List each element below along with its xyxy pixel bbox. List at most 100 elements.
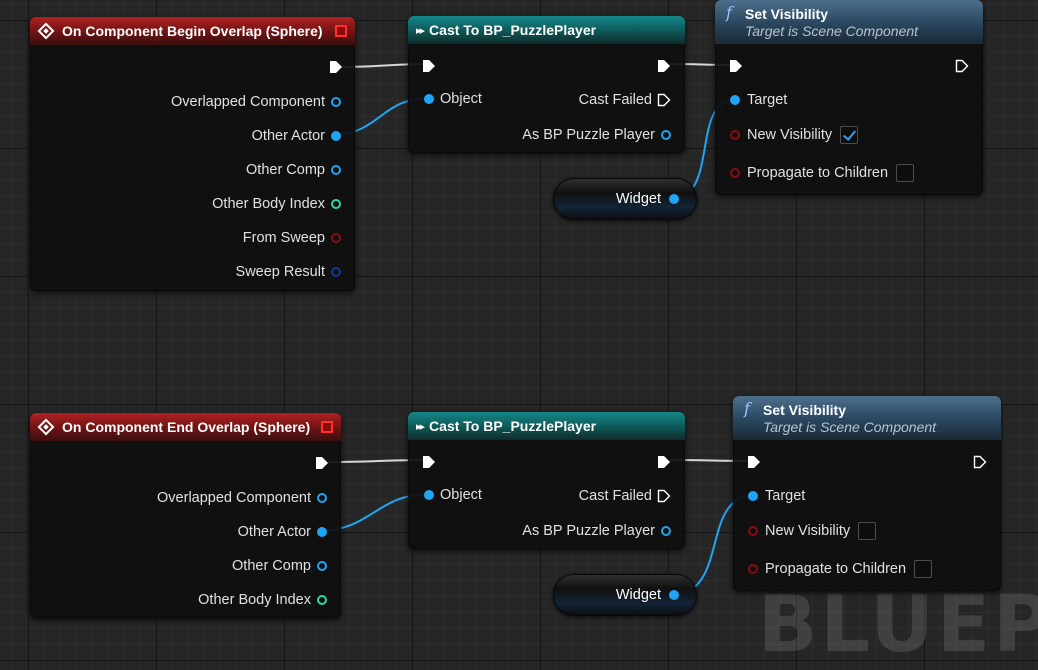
exec-out-row <box>329 58 343 76</box>
object-pin-icon[interactable] <box>331 131 341 141</box>
exec-pin-icon[interactable] <box>955 59 969 73</box>
exec-pin-icon[interactable] <box>747 455 761 469</box>
pin-row-propagate: Propagate to Children <box>730 164 915 182</box>
exec-in-row <box>729 57 743 75</box>
pin-row-overlapped-component: Overlapped Component <box>171 93 341 111</box>
node-title: On Component Begin Overlap (Sphere) <box>62 23 323 39</box>
pin-row-cast-failed: Cast Failed <box>579 91 671 109</box>
exec-pin-icon[interactable] <box>657 489 671 503</box>
object-pin-icon[interactable] <box>424 490 434 500</box>
node-title: Set Visibility <box>745 5 828 22</box>
exec-in-row <box>747 453 761 471</box>
exec-out-row <box>657 453 671 471</box>
exec-pin-icon[interactable] <box>729 59 743 73</box>
exec-pin-icon[interactable] <box>657 93 671 107</box>
propagate-checkbox[interactable] <box>914 560 933 578</box>
set-visibility-node[interactable]: f Set Visibility Target is Scene Compone… <box>715 0 983 195</box>
pin-label: Cast Failed <box>578 92 652 108</box>
cast-node[interactable]: ▸▸ Cast To BP_PuzzlePlayer Object Cast F… <box>408 16 685 153</box>
exec-pin-icon[interactable] <box>329 60 343 74</box>
pin-label: Target <box>765 488 806 504</box>
exec-pin-icon[interactable] <box>315 456 329 470</box>
boolean-pin-icon[interactable] <box>730 168 740 178</box>
widget-variable-node[interactable]: Widget <box>553 574 697 616</box>
function-icon: f <box>726 3 732 22</box>
pin-row-target: Target <box>730 91 787 109</box>
boolean-pin-icon[interactable] <box>748 526 758 536</box>
event-icon <box>37 418 55 436</box>
variable-label: Widget <box>615 191 661 207</box>
delegate-pin-icon[interactable] <box>321 421 333 433</box>
object-pin-icon[interactable] <box>331 165 341 175</box>
object-pin-icon[interactable] <box>331 97 341 107</box>
pin-row-new-visibility: New Visibility <box>730 126 859 144</box>
exec-pin-icon[interactable] <box>422 59 436 73</box>
pin-row-other-comp: Other Comp <box>246 161 341 179</box>
node-header: ▸▸ Cast To BP_PuzzlePlayer <box>408 16 685 44</box>
object-pin-icon[interactable] <box>661 130 671 140</box>
delegate-pin-icon[interactable] <box>335 25 347 37</box>
exec-in-row <box>422 57 436 75</box>
object-pin-icon[interactable] <box>317 527 327 537</box>
pin-row-object: Object <box>424 486 482 504</box>
event-node-end-overlap[interactable]: On Component End Overlap (Sphere) Overla… <box>30 413 341 618</box>
pin-row-propagate: Propagate to Children <box>748 560 933 578</box>
pin-label: Propagate to Children <box>747 165 889 181</box>
pin-label: New Visibility <box>747 127 833 143</box>
boolean-pin-icon[interactable] <box>730 130 740 140</box>
pin-row-target: Target <box>748 487 805 505</box>
struct-pin-icon[interactable] <box>331 267 341 277</box>
object-pin-icon[interactable] <box>748 491 758 501</box>
object-pin-icon[interactable] <box>669 194 679 204</box>
node-subtitle: Target is Scene Component <box>745 22 919 39</box>
object-pin-icon[interactable] <box>317 493 327 503</box>
exec-out-row <box>657 57 671 75</box>
pin-label: Other Body Index <box>198 592 311 608</box>
pin-label: Object <box>440 487 482 503</box>
object-pin-icon[interactable] <box>661 526 671 536</box>
pin-row-other-body-index: Other Body Index <box>198 591 327 609</box>
propagate-checkbox[interactable] <box>896 164 915 182</box>
blueprint-watermark: BLUEPR <box>758 580 1038 670</box>
cast-icon: ▸▸ <box>416 24 425 37</box>
pin-row-from-sweep: From Sweep <box>243 229 341 247</box>
exec-out-row <box>955 57 969 75</box>
integer-pin-icon[interactable] <box>317 595 327 605</box>
pin-row-overlapped-component: Overlapped Component <box>157 489 327 507</box>
exec-pin-icon[interactable] <box>657 59 671 73</box>
widget-variable-node[interactable]: Widget <box>553 178 697 220</box>
exec-out-row <box>315 454 329 472</box>
pin-label: Object <box>440 91 482 107</box>
object-pin-icon[interactable] <box>669 590 679 600</box>
pin-row-as-player: As BP Puzzle Player <box>522 126 671 144</box>
pin-label: Cast Failed <box>578 488 652 504</box>
object-pin-icon[interactable] <box>730 95 740 105</box>
pin-label: Overlapped Component <box>171 94 325 110</box>
pin-row-as-player: As BP Puzzle Player <box>522 522 671 540</box>
pin-row-object: Object <box>424 90 482 108</box>
pin-row-new-visibility: New Visibility <box>748 522 877 540</box>
pin-row-other-body-index: Other Body Index <box>212 195 341 213</box>
integer-pin-icon[interactable] <box>331 199 341 209</box>
cast-node[interactable]: ▸▸ Cast To BP_PuzzlePlayer Object Cast F… <box>408 412 685 549</box>
object-pin-icon[interactable] <box>424 94 434 104</box>
boolean-pin-icon[interactable] <box>748 564 758 574</box>
pin-label: Other Actor <box>237 524 311 540</box>
node-title: Cast To BP_PuzzlePlayer <box>429 22 597 38</box>
new-visibility-checkbox[interactable] <box>840 126 859 144</box>
pin-label: Overlapped Component <box>157 490 311 506</box>
boolean-pin-icon[interactable] <box>331 233 341 243</box>
object-pin-icon[interactable] <box>317 561 327 571</box>
exec-pin-icon[interactable] <box>973 455 987 469</box>
pin-label: Other Actor <box>251 128 325 144</box>
node-title: Set Visibility <box>763 401 846 418</box>
event-node-begin-overlap[interactable]: On Component Begin Overlap (Sphere) Over… <box>30 17 355 291</box>
exec-pin-icon[interactable] <box>657 455 671 469</box>
pin-label: Target <box>747 92 788 108</box>
new-visibility-checkbox[interactable] <box>858 522 877 540</box>
exec-pin-icon[interactable] <box>422 455 436 469</box>
exec-in-row <box>422 453 436 471</box>
exec-out-row <box>973 453 987 471</box>
set-visibility-node[interactable]: f Set Visibility Target is Scene Compone… <box>733 396 1001 591</box>
node-header: On Component Begin Overlap (Sphere) <box>30 17 355 45</box>
